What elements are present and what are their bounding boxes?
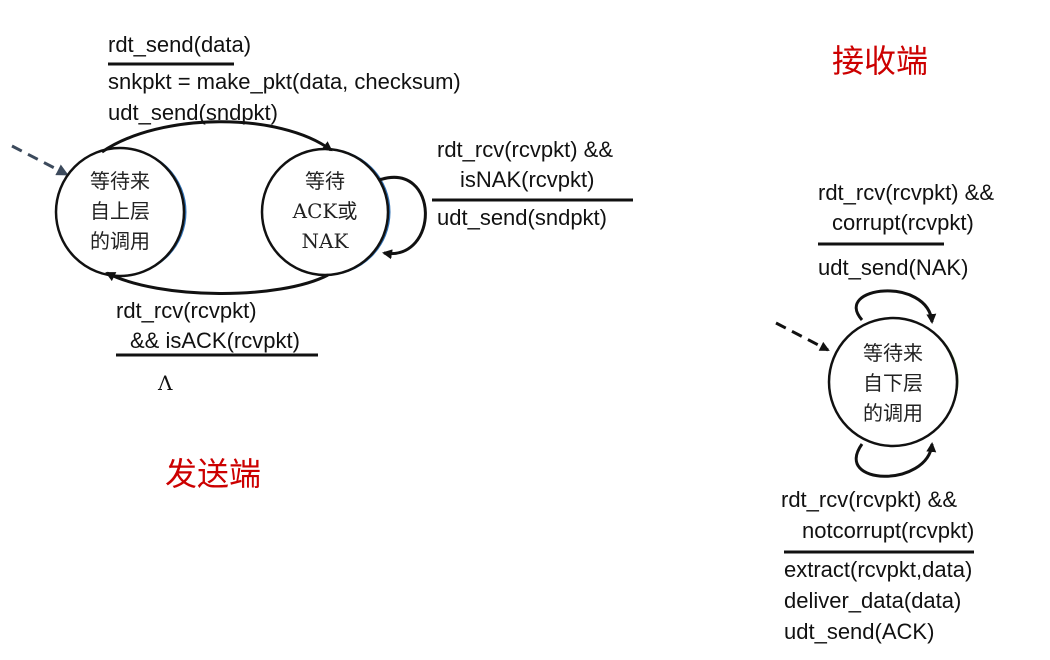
transition-corrupt-action: udt_send(NAK) [818, 255, 968, 280]
transition-ack-action-lambda: Λ [157, 371, 173, 395]
transition-notcorrupt-event: notcorrupt(rcvpkt) [802, 518, 974, 543]
transition-notcorrupt-event: rdt_rcv(rcvpkt) && [781, 487, 957, 512]
transition-ack-arrow [105, 271, 329, 295]
state-label-line: 的调用 [90, 229, 150, 253]
transition-ack-event: rdt_rcv(rcvpkt) [116, 298, 257, 323]
transition-notcorrupt-loop-arrow [854, 442, 937, 478]
transition-corrupt-event: rdt_rcv(rcvpkt) && [818, 180, 994, 205]
state-label-line: NAK [302, 229, 350, 253]
fsm-diagram: 等待来 自上层 的调用 等待 ACK或 NAK rdt_send(data) s… [11, 32, 994, 644]
receiver-initial-arrow [775, 321, 830, 352]
state-wait-call-from-above: 等待来 自上层 的调用 [54, 146, 187, 278]
sender-initial-arrow [11, 144, 69, 176]
state-label-line: 等待 [305, 169, 345, 193]
transition-nak-event: isNAK(rcvpkt) [460, 167, 594, 192]
transition-send-arrow [101, 120, 333, 154]
state-label-line: 自下层 [863, 371, 923, 395]
state-label-line: 的调用 [863, 401, 923, 425]
state-wait-call-from-below: 等待来 自下层 的调用 [827, 316, 959, 448]
transition-send-action: udt_send(sndpkt) [108, 100, 278, 125]
state-label-line: ACK或 [292, 199, 358, 223]
state-label-line: 等待来 [90, 169, 150, 193]
receiver-role-label: 接收端 [832, 42, 928, 80]
sender-role-label: 发送端 [165, 455, 261, 493]
transition-send-event: rdt_send(data) [108, 32, 251, 57]
transition-nak-action: udt_send(sndpkt) [437, 205, 607, 230]
transition-corrupt-event: corrupt(rcvpkt) [832, 210, 974, 235]
transition-notcorrupt-action: extract(rcvpkt,data) [784, 557, 972, 582]
state-wait-ack-or-nak: 等待 ACK或 NAK [260, 147, 391, 277]
state-label-line: 等待来 [863, 341, 923, 365]
transition-send-action: snkpkt = make_pkt(data, checksum) [108, 69, 461, 94]
transition-notcorrupt-action: udt_send(ACK) [784, 619, 934, 644]
transition-nak-event: rdt_rcv(rcvpkt) && [437, 137, 613, 162]
transition-ack-event: && isACK(rcvpkt) [130, 328, 300, 353]
transition-notcorrupt-action: deliver_data(data) [784, 588, 961, 613]
state-label-line: 自上层 [90, 199, 150, 223]
